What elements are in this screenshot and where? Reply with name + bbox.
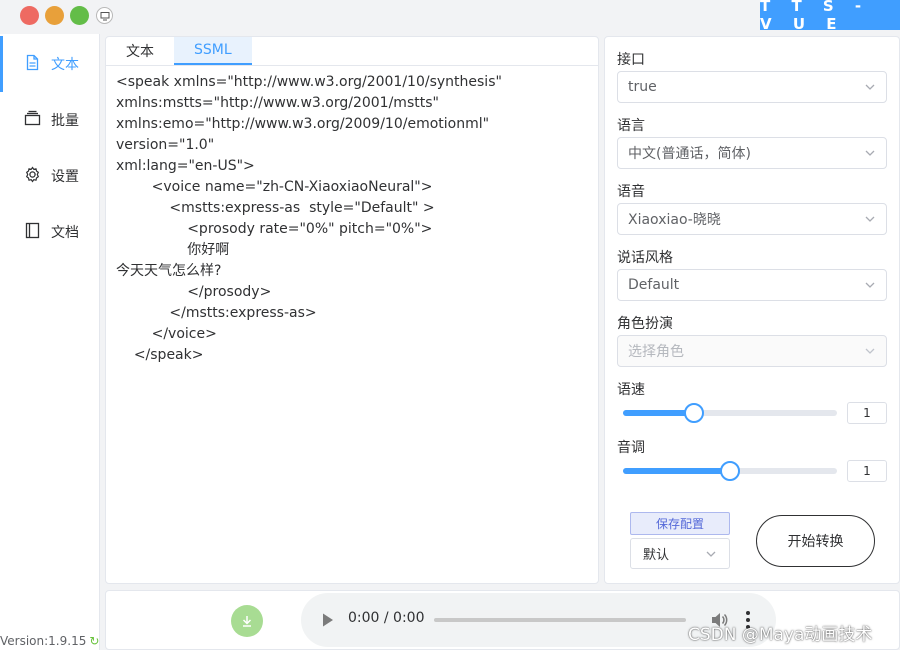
- rate-value-box[interactable]: 1: [847, 402, 887, 424]
- chevron-down-icon: [865, 150, 875, 156]
- rate-label: 语速: [617, 382, 645, 398]
- sidebar-item-batch[interactable]: 批量: [0, 92, 100, 148]
- download-button[interactable]: [231, 605, 263, 637]
- watermark: CSDN @Maya动画技术: [688, 625, 873, 645]
- rate-slider[interactable]: [623, 403, 837, 423]
- pitch-slider-handle[interactable]: [720, 461, 740, 481]
- role-label: 角色扮演: [617, 316, 673, 332]
- save-config-button[interactable]: 保存配置: [630, 512, 730, 535]
- start-convert-button[interactable]: 开始转换: [756, 515, 875, 567]
- close-button[interactable]: [20, 6, 39, 25]
- api-select[interactable]: true: [617, 71, 887, 103]
- language-label: 语言: [617, 118, 645, 134]
- sidebar-item-text[interactable]: 文本: [0, 36, 100, 92]
- language-select[interactable]: 中文(普通话，简体): [617, 137, 887, 169]
- version-label: Version:1.9.15: [0, 634, 87, 648]
- voice-label: 语音: [617, 184, 645, 200]
- sidebar-item-docs[interactable]: 文档: [0, 204, 100, 260]
- editor-tabs: 文本 SSML: [106, 37, 252, 65]
- minimize-button[interactable]: [45, 6, 64, 25]
- ssml-editor[interactable]: <speak xmlns="http://www.w3.org/2001/10/…: [106, 65, 598, 583]
- chevron-down-icon: [865, 348, 875, 354]
- style-select[interactable]: Default: [617, 269, 887, 301]
- config-panel: 接口 true 语言 中文(普通话，简体) 语音 Xiaoxiao-晓晓 说话风…: [604, 36, 900, 584]
- rate-slider-handle[interactable]: [683, 403, 704, 423]
- pitch-value-box[interactable]: 1: [847, 460, 887, 482]
- language-value: 中文(普通话，简体): [628, 146, 751, 162]
- pitch-slider-fill: [623, 468, 730, 474]
- pitch-slider[interactable]: [623, 461, 837, 481]
- tab-ssml[interactable]: SSML: [174, 37, 252, 65]
- play-icon[interactable]: [321, 612, 335, 628]
- download-icon: [242, 616, 252, 627]
- sidebar-item-label: 批量: [51, 113, 79, 129]
- layers-icon: [24, 110, 41, 131]
- pitch-label: 音调: [617, 440, 645, 456]
- preset-select[interactable]: 默认: [630, 538, 730, 569]
- style-value: Default: [628, 277, 680, 293]
- role-select[interactable]: 选择角色: [617, 335, 887, 367]
- tab-text[interactable]: 文本: [106, 37, 174, 65]
- screen-icon[interactable]: [96, 7, 113, 24]
- style-label: 说话风格: [617, 250, 673, 266]
- chevron-down-icon: [865, 216, 875, 222]
- preset-value: 默认: [643, 548, 670, 563]
- sidebar-item-label: 文档: [51, 225, 79, 241]
- time-display: 0:00 / 0:00: [348, 610, 425, 626]
- sidebar-item-settings[interactable]: 设置: [0, 148, 100, 204]
- document-icon: [24, 54, 41, 75]
- gear-icon: [24, 165, 41, 187]
- title-bar: T T S - V U E: [0, 0, 900, 33]
- api-label: 接口: [617, 52, 645, 68]
- role-placeholder: 选择角色: [628, 344, 684, 360]
- refresh-icon[interactable]: ↻: [89, 634, 99, 648]
- version-info: Version:1.9.15 ↻: [0, 634, 99, 648]
- app-brand: T T S - V U E: [760, 0, 900, 33]
- progress-bar[interactable]: [434, 618, 686, 622]
- chevron-down-icon: [865, 282, 875, 288]
- api-value: true: [628, 79, 657, 95]
- sidebar-item-label: 文本: [51, 57, 79, 73]
- chevron-down-icon: [865, 84, 875, 90]
- voice-select[interactable]: Xiaoxiao-晓晓: [617, 203, 887, 235]
- book-icon: [24, 222, 41, 243]
- voice-value: Xiaoxiao-晓晓: [628, 212, 721, 228]
- sidebar: 文本 批量 设置 文档 Version:1.9.15 ↻: [0, 34, 100, 650]
- editor-panel: 文本 SSML <speak xmlns="http://www.w3.org/…: [105, 36, 599, 584]
- sidebar-item-label: 设置: [51, 169, 79, 185]
- maximize-button[interactable]: [70, 6, 89, 25]
- chevron-down-icon: [706, 551, 716, 557]
